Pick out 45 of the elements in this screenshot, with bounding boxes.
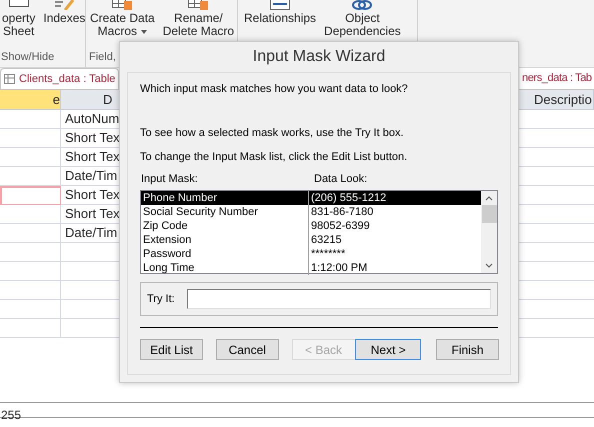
table-cell[interactable] bbox=[0, 300, 61, 319]
dialog-button[interactable]: Next > bbox=[355, 339, 422, 360]
table-cell[interactable] bbox=[0, 110, 61, 129]
group-label: Field, bbox=[88, 50, 117, 65]
mask-row[interactable]: Extension 63215 bbox=[141, 233, 481, 247]
ribbon-button[interactable]: Indexes bbox=[41, 0, 88, 50]
mask-row[interactable]: Phone Number (206) 555-1212 bbox=[141, 191, 481, 205]
link-icon bbox=[352, 0, 372, 10]
mask-row[interactable]: Zip Code 98052-6399 bbox=[141, 219, 481, 233]
table-icon bbox=[4, 74, 15, 84]
table-cell[interactable] bbox=[0, 224, 61, 243]
scroll-thumb[interactable] bbox=[482, 205, 496, 223]
dialog-button[interactable]: Finish bbox=[436, 339, 499, 360]
mask-row[interactable]: Long Time 1:12:00 PM bbox=[141, 261, 481, 275]
dialog-title: Input Mask Wizard bbox=[252, 47, 386, 67]
column-header[interactable]: Descriptio bbox=[518, 90, 594, 110]
document-tab[interactable]: Clients_data : Table bbox=[0, 68, 120, 89]
dialog-button[interactable]: Cancel bbox=[216, 339, 279, 360]
table-cell[interactable] bbox=[0, 319, 61, 338]
group-label: Show/Hide bbox=[0, 50, 56, 65]
question-text: Which input mask matches how you want data to look? bbox=[140, 82, 409, 96]
mask-row[interactable]: Password ******** bbox=[141, 247, 481, 261]
try-it-label: Try It: bbox=[147, 292, 175, 307]
column-label: Data Look: bbox=[314, 172, 368, 186]
table-cell[interactable] bbox=[0, 129, 61, 148]
document-tab[interactable]: ners_data : Tab bbox=[520, 68, 594, 89]
scrollbar[interactable] bbox=[481, 191, 497, 273]
table-cell[interactable] bbox=[0, 205, 61, 224]
table-cell[interactable] bbox=[0, 186, 61, 205]
ribbon-button[interactable]: operty Sheet bbox=[0, 0, 38, 50]
hint-text: To change the Input Mask list, click the Edit List button. bbox=[140, 150, 408, 164]
mask-row[interactable]: Social Security Number 831-86-7180 bbox=[141, 205, 481, 219]
mask-list[interactable]: Phone Number (206) 555-1212 Social Security Number 831-86-7180 Zip Code 98052-6399 Extension 63215 Password ******** Long Time 1:12:00 PM bbox=[140, 190, 498, 274]
table-cell[interactable] bbox=[0, 281, 61, 300]
field-size-value[interactable]: 255 bbox=[0, 408, 22, 422]
table-cell[interactable] bbox=[0, 262, 61, 281]
try-it-field[interactable] bbox=[186, 289, 491, 309]
hint-text: To see how a selected mask works, use the Try It box. bbox=[140, 126, 405, 140]
dialog-button[interactable]: Edit List bbox=[140, 339, 203, 360]
table-cell[interactable] bbox=[0, 243, 61, 262]
pencil-icon bbox=[54, 0, 74, 10]
table-cell[interactable] bbox=[0, 167, 61, 186]
table-cell[interactable] bbox=[0, 148, 61, 167]
column-header[interactable]: e bbox=[0, 90, 61, 110]
column-label: Input Mask: bbox=[140, 172, 199, 186]
